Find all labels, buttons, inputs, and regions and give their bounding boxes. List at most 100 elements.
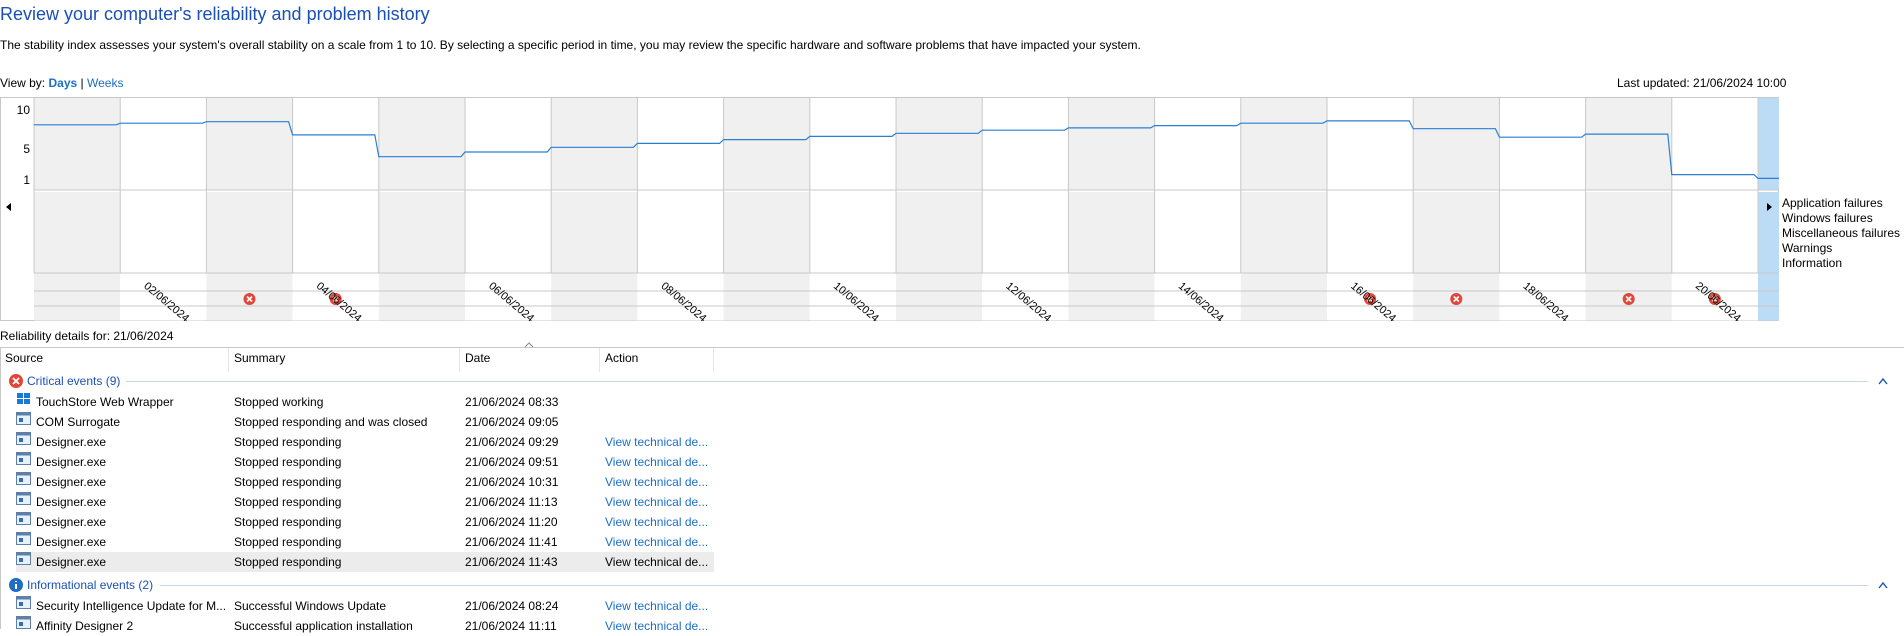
row-date: 21/06/2024 09:29 — [465, 435, 559, 449]
row-source: COM Surrogate — [36, 415, 121, 429]
critical-icon[interactable] — [1622, 293, 1635, 305]
column-header-action[interactable]: Action — [605, 351, 638, 365]
table-row[interactable]: Designer.exe Stopped responding 21/06/2024… — [16, 452, 714, 472]
row-summary: Stopped working — [234, 395, 324, 409]
critical-icon[interactable] — [1450, 293, 1463, 305]
row-action-link[interactable]: View technical de... — [605, 435, 708, 449]
critical-icon — [9, 374, 23, 388]
column-divider[interactable] — [713, 348, 714, 372]
day-column-18/06/2024[interactable] — [1499, 98, 1586, 190]
table-row[interactable]: Designer.exe Stopped responding 21/06/2024… — [16, 552, 714, 572]
row-source: Designer.exe — [36, 435, 107, 449]
collapse-group-chevron-up-icon[interactable] — [1877, 377, 1889, 385]
column-header-source[interactable]: Source — [5, 351, 43, 365]
last-updated: Last updated: 21/06/2024 10:00 — [1617, 76, 1787, 90]
day-event-column-01/06/2024[interactable] — [34, 192, 121, 321]
row-source: Designer.exe — [36, 455, 107, 469]
row-action-link[interactable]: View technical de... — [605, 619, 708, 633]
row-summary: Stopped responding — [234, 555, 342, 569]
table-row[interactable]: Designer.exe Stopped responding 21/06/2024… — [16, 512, 714, 532]
day-column-16/06/2024[interactable] — [1327, 98, 1414, 190]
day-column-15/06/2024[interactable] — [1240, 98, 1327, 190]
row-action-link[interactable]: View technical de... — [605, 495, 708, 509]
day-column-07/06/2024[interactable] — [551, 98, 638, 190]
day-column-17/06/2024[interactable] — [1413, 98, 1500, 190]
day-event-column-05/06/2024[interactable] — [378, 192, 465, 321]
column-header-date[interactable]: Date — [465, 351, 490, 365]
category-label-windows-failures: Windows failures — [1782, 211, 1873, 225]
row-source: Designer.exe — [36, 515, 107, 529]
table-row[interactable]: Designer.exe Stopped responding 21/06/2024… — [16, 432, 714, 452]
reliability-details-title: Reliability details for: 21/06/2024 — [0, 329, 174, 343]
table-row[interactable]: TouchStore Web Wrapper Stopped working 21/… — [16, 392, 714, 412]
row-summary: Stopped responding — [234, 475, 342, 489]
row-action-link[interactable]: View technical de... — [605, 555, 708, 569]
category-label-warnings: Warnings — [1782, 241, 1833, 255]
table-row[interactable]: COM Surrogate Stopped responding and was … — [16, 412, 714, 432]
row-summary: Stopped responding — [234, 495, 342, 509]
row-action-link[interactable]: View technical de... — [605, 475, 708, 489]
day-event-column-13/06/2024[interactable] — [1068, 192, 1155, 321]
table-row[interactable]: Affinity Designer 2 Successful applicatio… — [16, 616, 714, 636]
table-row[interactable]: Designer.exe Stopped responding 21/06/2024… — [16, 492, 714, 512]
day-column-01/06/2024[interactable] — [34, 98, 121, 190]
row-summary: Successful application installation — [234, 619, 413, 633]
day-column-20/06/2024[interactable] — [1671, 98, 1758, 190]
reliability-chart[interactable]: 105102/06/2024 04/06/2024 06/06/2024 08/06/… — [0, 97, 1779, 321]
day-column-09/06/2024[interactable] — [723, 98, 810, 190]
day-column-13/06/2024[interactable] — [1068, 98, 1155, 190]
row-summary: Stopped responding — [234, 515, 342, 529]
day-column-06/06/2024[interactable] — [465, 98, 552, 190]
day-column-02/06/2024[interactable] — [120, 98, 207, 190]
row-summary: Successful Windows Update — [234, 599, 387, 613]
collapse-group-chevron-up-icon[interactable] — [1877, 581, 1889, 589]
app-window-icon — [16, 452, 31, 465]
row-date: 21/06/2024 11:20 — [465, 515, 558, 529]
day-column-03/06/2024[interactable] — [206, 98, 293, 190]
view-by-weeks-link[interactable]: Weeks — [87, 76, 123, 90]
day-event-column-11/06/2024[interactable] — [896, 192, 983, 321]
day-event-column-21/06/2024[interactable] — [1758, 192, 1779, 321]
column-header-summary[interactable]: Summary — [234, 351, 285, 365]
column-divider[interactable] — [599, 348, 600, 372]
day-column-10/06/2024[interactable] — [809, 98, 896, 190]
app-window-icon — [16, 616, 31, 629]
row-date: 21/06/2024 11:11 — [465, 619, 557, 633]
page-description: The stability index assesses your system… — [0, 38, 1141, 52]
day-column-05/06/2024[interactable] — [378, 98, 465, 190]
row-action-link[interactable]: View technical de... — [605, 455, 708, 469]
view-by-days-link[interactable]: Days — [48, 76, 77, 90]
app-window-icon — [16, 532, 31, 545]
table-row[interactable]: Security Intelligence Update for M... Suc… — [16, 596, 714, 616]
row-action-link[interactable]: View technical de... — [605, 535, 708, 549]
critical-icon[interactable] — [243, 293, 256, 305]
group-header[interactable]: Critical events (9) — [8, 372, 120, 390]
day-column-04/06/2024[interactable] — [292, 98, 379, 190]
day-column-19/06/2024[interactable] — [1585, 98, 1672, 190]
day-column-14/06/2024[interactable] — [1154, 98, 1241, 190]
row-source: Designer.exe — [36, 495, 107, 509]
row-action-link[interactable]: View technical de... — [605, 599, 708, 613]
day-column-21/06/2024[interactable] — [1758, 98, 1779, 190]
store-app-icon — [17, 393, 30, 404]
category-label-miscellaneous-failures: Miscellaneous failures — [1782, 226, 1901, 240]
group-header[interactable]: Informational events (2) — [8, 576, 153, 594]
scroll-left-arrow-icon[interactable] — [6, 203, 11, 211]
row-source: Security Intelligence Update for M... — [36, 599, 227, 613]
table-row[interactable]: Designer.exe Stopped responding 21/06/2024… — [16, 532, 714, 552]
row-action-link[interactable]: View technical de... — [605, 515, 708, 529]
day-column-11/06/2024[interactable] — [896, 98, 983, 190]
row-date: 21/06/2024 09:51 — [465, 455, 559, 469]
day-event-column-09/06/2024[interactable] — [723, 192, 810, 321]
day-event-column-07/06/2024[interactable] — [551, 192, 638, 321]
row-date: 21/06/2024 08:24 — [465, 599, 559, 613]
page-title: Review your computer's reliability and p… — [0, 4, 430, 24]
day-column-12/06/2024[interactable] — [982, 98, 1069, 190]
app-window-icon — [16, 512, 31, 525]
table-row[interactable]: Designer.exe Stopped responding 21/06/2024… — [16, 472, 714, 492]
column-divider[interactable] — [228, 348, 229, 372]
day-event-column-15/06/2024[interactable] — [1240, 192, 1327, 321]
info-icon — [9, 578, 23, 592]
column-divider[interactable] — [459, 348, 460, 372]
row-summary: Stopped responding — [234, 535, 342, 549]
